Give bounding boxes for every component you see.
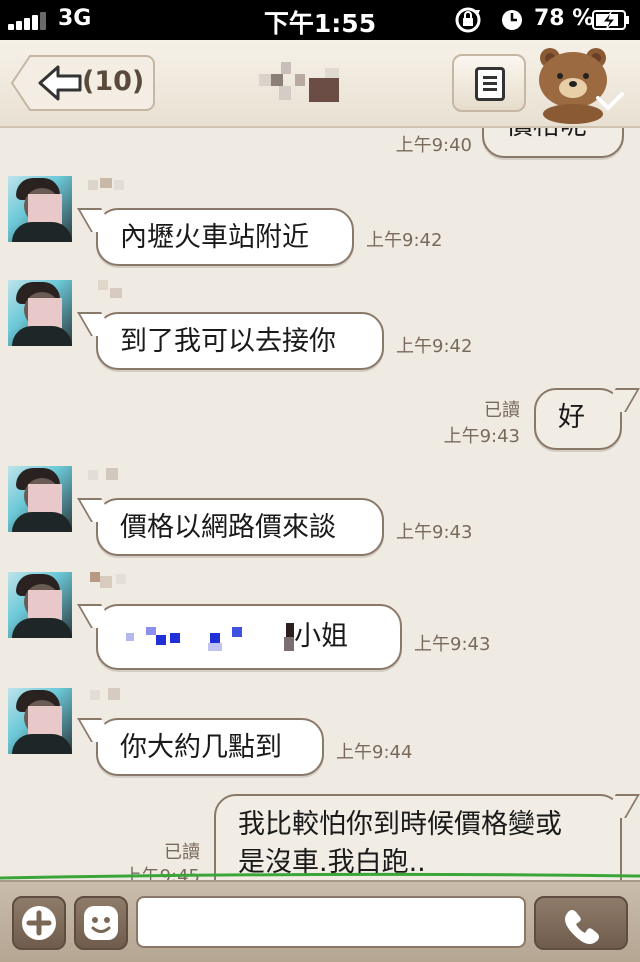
call-button[interactable] (534, 896, 628, 950)
message-bubble[interactable]: 到了我可以去接你 (96, 312, 384, 370)
avatar[interactable] (8, 572, 72, 638)
phone-icon (565, 910, 599, 944)
menu-button[interactable] (452, 54, 526, 112)
chat-title-pixelated (255, 62, 345, 102)
list-icon (475, 67, 505, 101)
add-attachment-button[interactable] (12, 896, 66, 950)
avatar[interactable] (8, 466, 72, 532)
read-receipt: 已讀 (164, 842, 200, 863)
sender-name-pixelated (88, 176, 138, 200)
redacted-name-pixels (126, 622, 294, 653)
plus-icon (22, 906, 56, 940)
message-bubble[interactable]: 內壢火車站附近 (96, 208, 354, 266)
sender-name-pixelated (88, 280, 138, 304)
avatar[interactable] (8, 176, 72, 242)
message-bubble[interactable]: 好 (534, 388, 622, 450)
message-bubble[interactable]: 我比較怕你到時候價格變或 是沒車.我白跑.. (214, 794, 622, 880)
message-time: 上午9:40 (395, 135, 472, 156)
read-receipt: 已讀 (484, 400, 520, 421)
sender-name-pixelated (88, 686, 138, 710)
message-bubble[interactable]: 價格以網路價來談 (96, 498, 384, 556)
decorative-line (0, 872, 640, 880)
sticker-icon (84, 906, 118, 940)
sender-name-pixelated (88, 466, 138, 490)
message-line: 我比較怕你到時候價格變或 (238, 809, 562, 840)
input-toolbar (0, 880, 640, 962)
message-bubble[interactable]: 價格呢 (482, 128, 624, 158)
back-button[interactable]: (10) (10, 54, 156, 112)
avatar[interactable] (8, 688, 72, 754)
unread-count: (10) (82, 66, 145, 97)
brown-bear-icon[interactable] (532, 44, 632, 124)
message-time: 上午9:43 (396, 522, 473, 543)
message-time: 上午9:42 (366, 230, 443, 251)
alarm-icon (502, 10, 522, 30)
message-time: 上午9:42 (396, 336, 473, 357)
message-time: 上午9:43 (414, 634, 491, 655)
nav-bar: (10) (0, 40, 640, 128)
message-text: 小姐 (294, 621, 348, 652)
chevron-down-icon (596, 92, 624, 111)
message-time: 上午9:44 (336, 742, 413, 763)
battery-percent: 78 % (534, 6, 595, 31)
rotation-lock-icon (455, 7, 481, 33)
sticker-button[interactable] (74, 896, 128, 950)
battery-icon (592, 10, 629, 31)
message-bubble[interactable]: 你大約几點到 (96, 718, 324, 776)
chat-area[interactable]: 上午9:40 價格呢 內壢火車站附近 上午9:42 到了我可以去接你 上午9:4… (0, 128, 640, 880)
message-input[interactable] (136, 896, 526, 948)
sender-name-pixelated (88, 570, 138, 594)
message-bubble[interactable]: 小姐 (96, 604, 402, 670)
message-time: 上午9:43 (443, 426, 520, 447)
avatar[interactable] (8, 280, 72, 346)
status-bar: 3G 下午1:55 78 % (0, 0, 640, 40)
